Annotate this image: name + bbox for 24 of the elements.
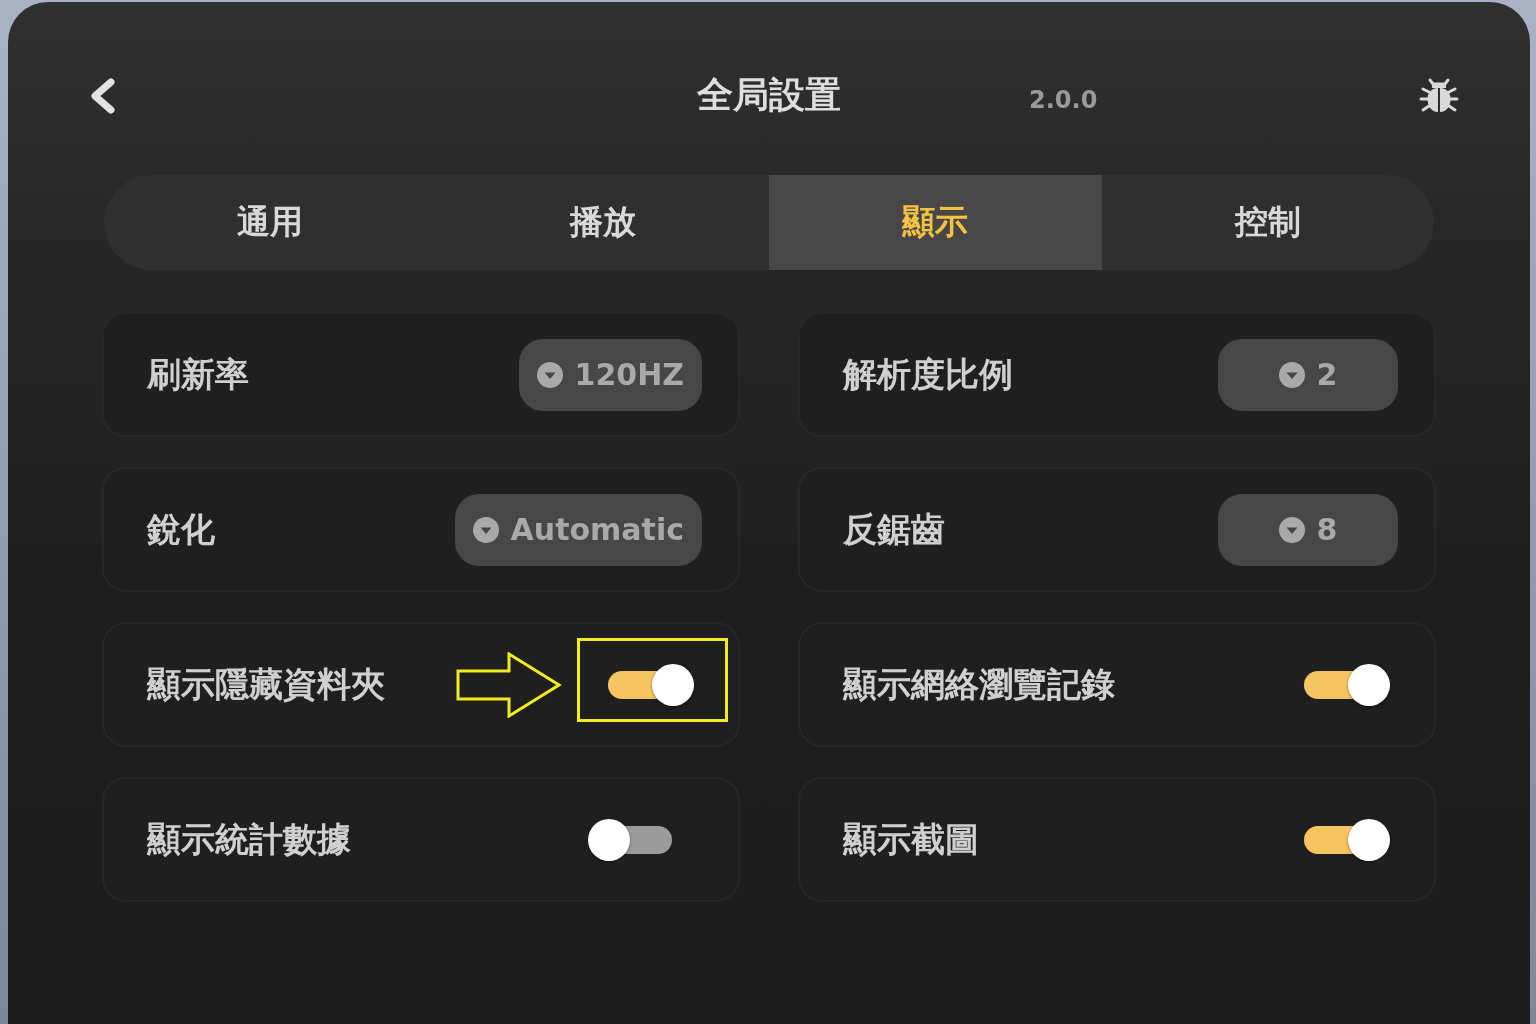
setting-label: 顯示統計數據	[147, 817, 351, 861]
tab[interactable]: 通用	[104, 175, 437, 270]
setting-label: 解析度比例	[843, 352, 1013, 396]
tab[interactable]: 播放	[436, 175, 769, 270]
dropdown-button[interactable]: 2	[1218, 338, 1398, 411]
dropdown-button[interactable]: Automatic	[454, 493, 702, 566]
caret-down-icon	[536, 361, 563, 388]
setting-label: 反鋸齒	[843, 507, 945, 551]
caret-down-icon	[1278, 361, 1305, 388]
setting-label: 銳化	[147, 507, 215, 551]
dropdown-button[interactable]: 8	[1218, 493, 1398, 566]
caret-down-icon	[472, 516, 499, 543]
caret-down-icon	[1278, 516, 1305, 543]
setting-label: 顯示截圖	[843, 817, 979, 861]
version-label: 2.0.0	[1029, 84, 1098, 114]
dropdown-button[interactable]: 120HZ	[518, 338, 702, 411]
tab[interactable]: 顯示	[769, 175, 1102, 270]
pointer-arrow-icon	[456, 651, 562, 718]
setting-label: 顯示網絡瀏覽記錄	[843, 662, 1115, 706]
bug-icon[interactable]	[1418, 76, 1460, 115]
setting-label: 顯示隱藏資料夾	[147, 662, 385, 706]
window-title: 全局設置	[697, 73, 841, 117]
setting-label: 刷新率	[147, 352, 249, 396]
tab[interactable]: 控制	[1101, 175, 1434, 270]
